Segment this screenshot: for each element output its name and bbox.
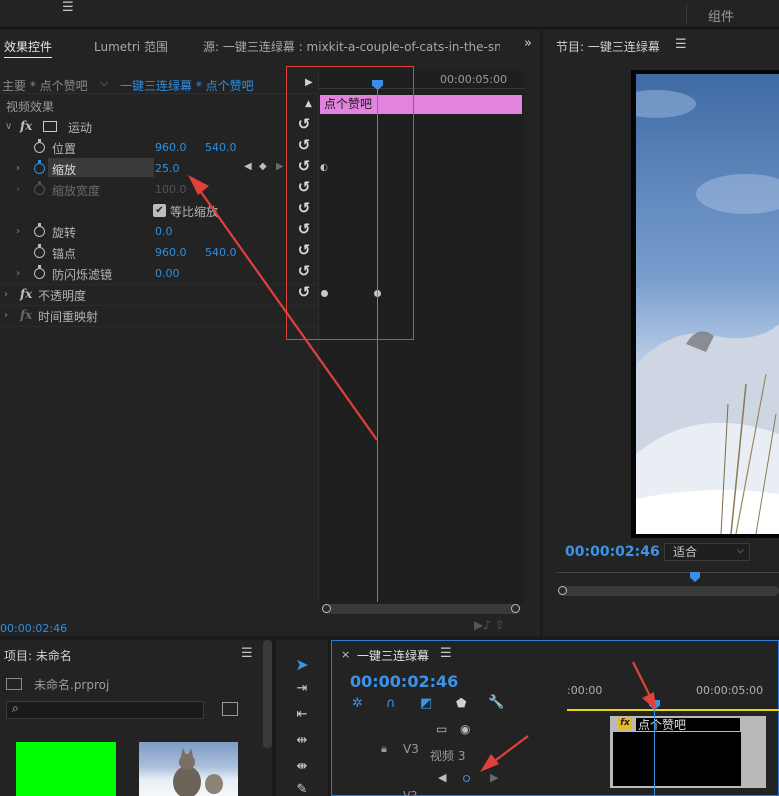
annotation-arrows — [188, 175, 656, 772]
